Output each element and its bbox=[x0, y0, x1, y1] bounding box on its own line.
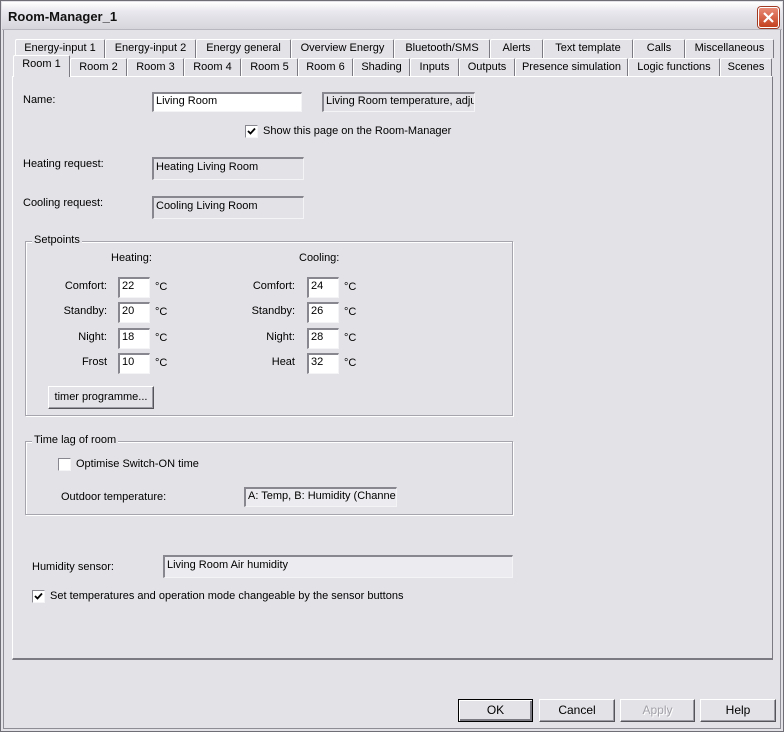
heating-comfort-input[interactable]: 22 bbox=[118, 277, 150, 298]
tab-room-5[interactable]: Room 5 bbox=[241, 58, 298, 77]
cooling-comfort-input[interactable]: 24 bbox=[307, 277, 339, 298]
heating-unit-label: °C bbox=[155, 332, 168, 344]
heating-request-field[interactable]: Heating Living Room bbox=[152, 157, 304, 180]
timer-programme-button[interactable]: timer programme... bbox=[48, 386, 154, 409]
heating-unit-label: °C bbox=[155, 281, 168, 293]
cancel-button[interactable]: Cancel bbox=[539, 699, 615, 722]
close-x-icon bbox=[763, 12, 774, 23]
cooling-unit-label: °C bbox=[344, 306, 357, 318]
help-button[interactable]: Help bbox=[700, 699, 776, 722]
tab-energy-input-2[interactable]: Energy-input 2 bbox=[105, 39, 196, 58]
cooling-standby-label: Standby: bbox=[251, 305, 295, 317]
humidity-sensor-field[interactable]: Living Room Air humidity bbox=[163, 555, 513, 578]
heating-unit-label: °C bbox=[155, 306, 168, 318]
cooling-unit-label: °C bbox=[344, 281, 357, 293]
heating-standby-label: Standby: bbox=[63, 305, 107, 317]
tab-inputs[interactable]: Inputs bbox=[410, 58, 459, 77]
name-label: Name: bbox=[23, 94, 56, 106]
heating-unit-label: °C bbox=[155, 357, 168, 369]
window-title: Room-Manager_1 bbox=[8, 9, 118, 24]
cooling-unit-label: °C bbox=[344, 357, 357, 369]
room-manager-dialog: Room-Manager_1 Energy-input 1 Energy-inpu… bbox=[0, 0, 784, 732]
heating-header: Heating: bbox=[111, 252, 152, 264]
checkmark-icon bbox=[247, 127, 256, 135]
cooling-heat-input[interactable]: 32 bbox=[307, 353, 339, 374]
name-input[interactable]: Living Room bbox=[152, 92, 302, 112]
cooling-request-field[interactable]: Cooling Living Room bbox=[152, 196, 304, 219]
heating-request-label: Heating request: bbox=[23, 158, 104, 170]
tab-room-3[interactable]: Room 3 bbox=[127, 58, 184, 77]
outdoor-temperature-label: Outdoor temperature: bbox=[61, 491, 167, 503]
tab-logic-functions[interactable]: Logic functions bbox=[628, 58, 720, 77]
cooling-comfort-label: Comfort: bbox=[252, 280, 295, 292]
tab-shading[interactable]: Shading bbox=[353, 58, 410, 77]
tab-room-6[interactable]: Room 6 bbox=[298, 58, 353, 77]
tab-room-2[interactable]: Room 2 bbox=[70, 58, 127, 77]
cooling-request-label: Cooling request: bbox=[23, 197, 104, 209]
heating-night-label: Night: bbox=[78, 331, 107, 343]
show-page-checkbox[interactable] bbox=[245, 125, 258, 138]
tab-text-template[interactable]: Text template bbox=[543, 39, 633, 58]
time-lag-title: Time lag of room bbox=[32, 434, 119, 446]
ok-button[interactable]: OK bbox=[458, 699, 533, 722]
optimise-switch-on-label: Optimise Switch-ON time bbox=[76, 458, 199, 470]
heating-night-input[interactable]: 18 bbox=[118, 328, 150, 349]
humidity-sensor-label: Humidity sensor: bbox=[32, 561, 114, 573]
tab-overview-energy[interactable]: Overview Energy bbox=[291, 39, 394, 58]
tab-miscellaneous[interactable]: Miscellaneous bbox=[685, 39, 774, 58]
tab-bluetooth-sms[interactable]: Bluetooth/SMS bbox=[394, 39, 490, 58]
tab-alerts[interactable]: Alerts bbox=[490, 39, 543, 58]
heating-frost-label: Frost bbox=[81, 356, 107, 368]
tab-presence-simulation[interactable]: Presence simulation bbox=[515, 58, 628, 77]
cooling-night-input[interactable]: 28 bbox=[307, 328, 339, 349]
name-description-field: Living Room temperature, adju bbox=[322, 92, 475, 112]
cooling-heat-label: Heat bbox=[271, 356, 295, 368]
close-button[interactable] bbox=[758, 7, 779, 28]
show-page-label: Show this page on the Room-Manager bbox=[263, 125, 452, 137]
cooling-night-label: Night: bbox=[266, 331, 295, 343]
sensor-buttons-checkbox[interactable] bbox=[32, 590, 45, 603]
cooling-header: Cooling: bbox=[299, 252, 340, 264]
title-bar[interactable]: Room-Manager_1 bbox=[2, 2, 782, 30]
setpoints-title: Setpoints bbox=[32, 234, 82, 246]
tab-room-4[interactable]: Room 4 bbox=[184, 58, 241, 77]
tab-scenes[interactable]: Scenes bbox=[720, 58, 772, 77]
cooling-unit-label: °C bbox=[344, 332, 357, 344]
heating-comfort-label: Comfort: bbox=[64, 280, 107, 292]
tab-calls[interactable]: Calls bbox=[633, 39, 685, 58]
tab-room-1[interactable]: Room 1 bbox=[13, 55, 70, 77]
sensor-buttons-label: Set temperatures and operation mode chan… bbox=[50, 590, 404, 602]
cooling-standby-input[interactable]: 26 bbox=[307, 302, 339, 323]
optimise-switch-on-checkbox[interactable] bbox=[58, 458, 71, 471]
apply-button[interactable]: Apply bbox=[620, 699, 695, 722]
checkmark-icon bbox=[34, 592, 43, 600]
outdoor-temperature-field[interactable]: A: Temp, B: Humidity (Channel bbox=[244, 487, 397, 507]
heating-frost-input[interactable]: 10 bbox=[118, 353, 150, 374]
tab-energy-general[interactable]: Energy general bbox=[196, 39, 291, 58]
heating-standby-input[interactable]: 20 bbox=[118, 302, 150, 323]
tab-outputs[interactable]: Outputs bbox=[459, 58, 515, 77]
